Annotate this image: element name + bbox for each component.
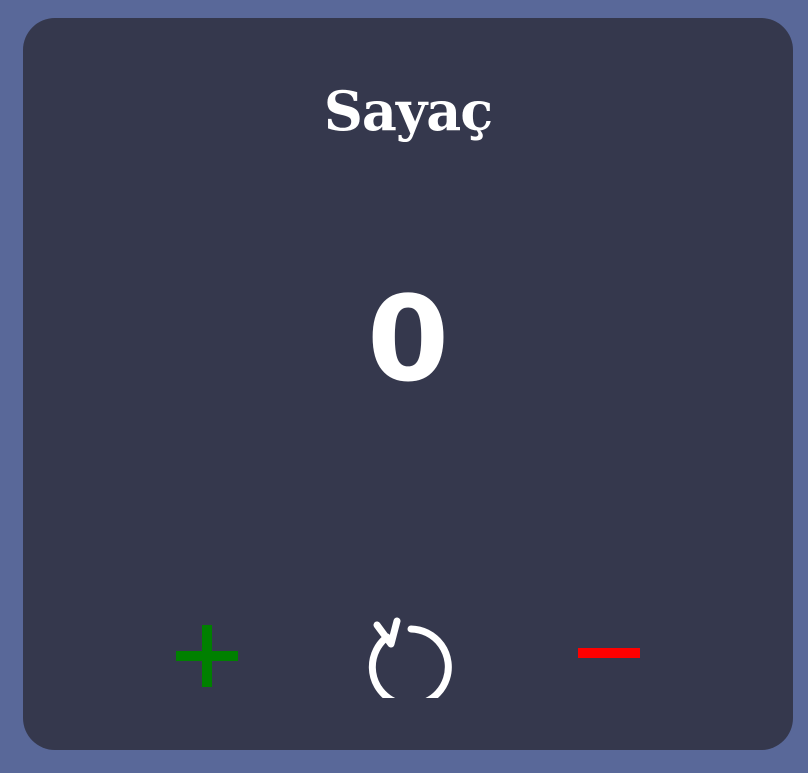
counter-card: Sayaç 0 [23,18,793,750]
counter-value: 0 [366,270,450,408]
increment-button[interactable] [176,625,238,687]
plus-icon [176,625,238,687]
minus-icon [578,648,640,658]
reset-icon [368,617,452,698]
reset-button[interactable] [364,616,454,698]
page-title: Sayaç [323,79,493,143]
decrement-button[interactable] [578,646,640,660]
